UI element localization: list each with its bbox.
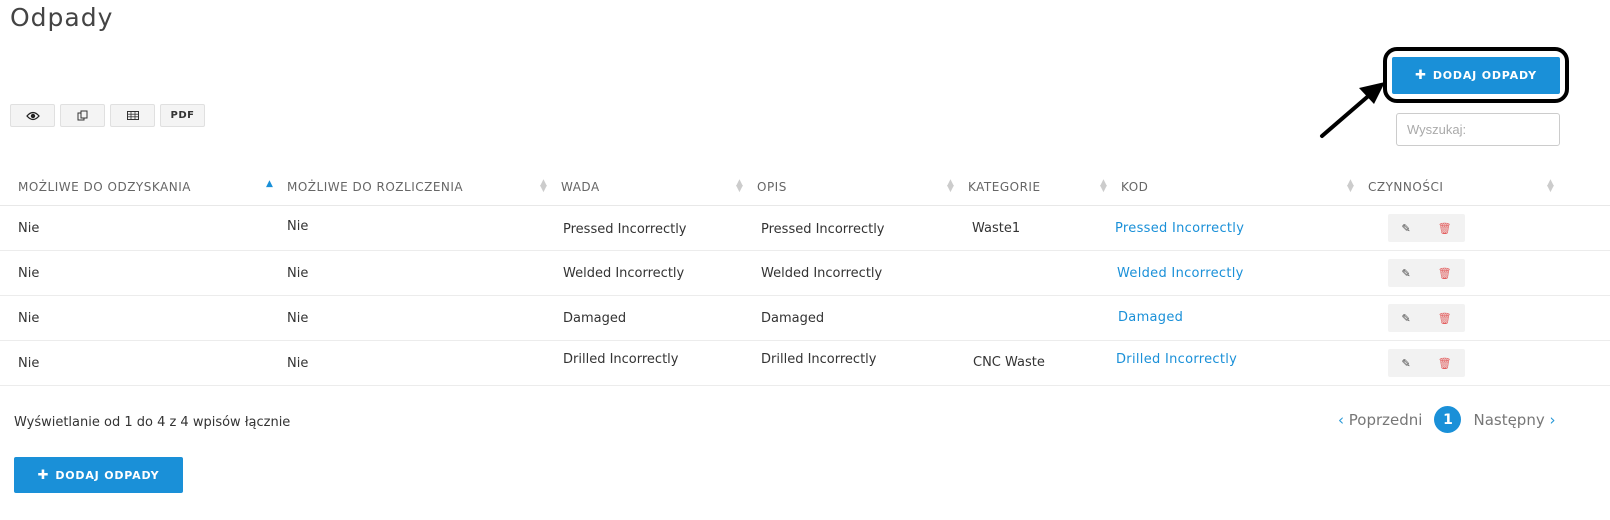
- eye-icon: [25, 111, 40, 120]
- export-buttons: PDF: [10, 104, 205, 127]
- trash-icon[interactable]: 🗑: [1438, 267, 1452, 280]
- header-czynnosci[interactable]: CZYNNOŚCI: [1368, 180, 1443, 194]
- cell-wada: Welded Incorrectly: [563, 266, 685, 281]
- cell-wada: Pressed Incorrectly: [563, 222, 687, 237]
- table-row: Nie Nie Damaged Damaged Damaged ✎ 🗑: [0, 296, 1610, 341]
- edit-icon[interactable]: ✎: [1401, 222, 1410, 235]
- add-waste-label: DODAJ ODPADY: [55, 468, 160, 482]
- cell-wada: Damaged: [563, 311, 627, 326]
- page-number-current[interactable]: 1: [1434, 406, 1462, 433]
- sort-asc-icon[interactable]: ▲: [266, 180, 273, 189]
- cell-odzyskania: Nie: [18, 311, 40, 326]
- sort-icon[interactable]: ▲ ▼: [1100, 179, 1107, 194]
- prev-page-button[interactable]: ‹ Poprzedni: [1338, 411, 1422, 429]
- sort-icon[interactable]: ▲ ▼: [1347, 179, 1354, 194]
- table-row: Nie Nie Drilled Incorrectly Drilled Inco…: [0, 341, 1610, 386]
- row-actions: ✎ 🗑: [1388, 304, 1465, 332]
- table-icon: [126, 111, 139, 120]
- row-actions: ✎ 🗑: [1388, 214, 1465, 242]
- header-rozliczenia[interactable]: MOŻLIWE DO ROZLICZENIA: [287, 180, 463, 194]
- cell-kod-link[interactable]: Damaged: [1118, 310, 1183, 325]
- trash-icon[interactable]: 🗑: [1438, 357, 1452, 370]
- table-row: Nie Nie Pressed Incorrectly Pressed Inco…: [0, 206, 1610, 251]
- cell-opis: Pressed Incorrectly: [761, 222, 885, 237]
- table-header: MOŻLIWE DO ODZYSKANIA ▲ MOŻLIWE DO ROZLI…: [0, 170, 1610, 206]
- pagination: ‹ Poprzedni 1 Następny ›: [1338, 406, 1556, 433]
- next-label: Następny: [1473, 410, 1545, 429]
- edit-icon[interactable]: ✎: [1401, 357, 1410, 370]
- cell-odzyskania: Nie: [18, 221, 40, 236]
- cell-wada: Drilled Incorrectly: [563, 352, 679, 367]
- cell-opis: Drilled Incorrectly: [761, 352, 877, 367]
- cell-rozliczenia: Nie: [287, 266, 309, 281]
- pdf-button[interactable]: PDF: [160, 104, 205, 127]
- cell-odzyskania: Nie: [18, 266, 40, 281]
- cell-opis: Welded Incorrectly: [761, 266, 883, 281]
- table-info: Wyświetlanie od 1 do 4 z 4 wpisów łączni…: [14, 415, 291, 430]
- chevron-left-icon: ‹: [1338, 410, 1344, 429]
- sort-icon[interactable]: ▲ ▼: [540, 179, 547, 194]
- table-row: Nie Nie Welded Incorrectly Welded Incorr…: [0, 251, 1610, 296]
- next-page-button[interactable]: Następny ›: [1473, 411, 1555, 429]
- excel-button[interactable]: [110, 104, 155, 127]
- cell-opis: Damaged: [761, 311, 825, 326]
- cell-kod-link[interactable]: Welded Incorrectly: [1117, 266, 1244, 281]
- edit-icon[interactable]: ✎: [1401, 267, 1410, 280]
- header-odzyskania[interactable]: MOŻLIWE DO ODZYSKANIA: [18, 180, 191, 194]
- header-kategorie[interactable]: KATEGORIE: [968, 180, 1041, 194]
- row-actions: ✎ 🗑: [1388, 349, 1465, 377]
- cell-rozliczenia: Nie: [287, 219, 309, 234]
- sort-icon[interactable]: ▲ ▼: [736, 179, 743, 194]
- cell-rozliczenia: Nie: [287, 311, 309, 326]
- header-wada[interactable]: WADA: [561, 180, 600, 194]
- view-columns-button[interactable]: [10, 104, 55, 127]
- trash-icon[interactable]: 🗑: [1438, 312, 1452, 325]
- cell-kategorie: Waste1: [972, 221, 1021, 236]
- copy-icon: [77, 110, 88, 121]
- cell-kategorie: CNC Waste: [973, 355, 1045, 370]
- chevron-right-icon: ›: [1549, 410, 1556, 429]
- copy-button[interactable]: [60, 104, 105, 127]
- cell-kod-link[interactable]: Drilled Incorrectly: [1116, 352, 1237, 367]
- header-kod[interactable]: KOD: [1121, 180, 1148, 194]
- prev-label: Poprzedni: [1348, 410, 1423, 429]
- cell-kod-link[interactable]: Pressed Incorrectly: [1115, 221, 1244, 236]
- search-input[interactable]: [1396, 113, 1560, 146]
- waste-table: MOŻLIWE DO ODZYSKANIA ▲ MOŻLIWE DO ROZLI…: [0, 170, 1610, 386]
- edit-icon[interactable]: ✎: [1401, 312, 1410, 325]
- sort-icon[interactable]: ▲ ▼: [947, 179, 954, 194]
- row-actions: ✎ 🗑: [1388, 259, 1465, 287]
- cell-odzyskania: Nie: [18, 356, 40, 371]
- header-opis[interactable]: OPIS: [757, 180, 787, 194]
- cell-rozliczenia: Nie: [287, 356, 309, 371]
- sort-icon[interactable]: ▲ ▼: [1547, 179, 1554, 194]
- add-waste-button-bottom[interactable]: ✚ DODAJ ODPADY: [14, 457, 183, 493]
- plus-icon: ✚: [37, 467, 50, 483]
- trash-icon[interactable]: 🗑: [1438, 222, 1452, 235]
